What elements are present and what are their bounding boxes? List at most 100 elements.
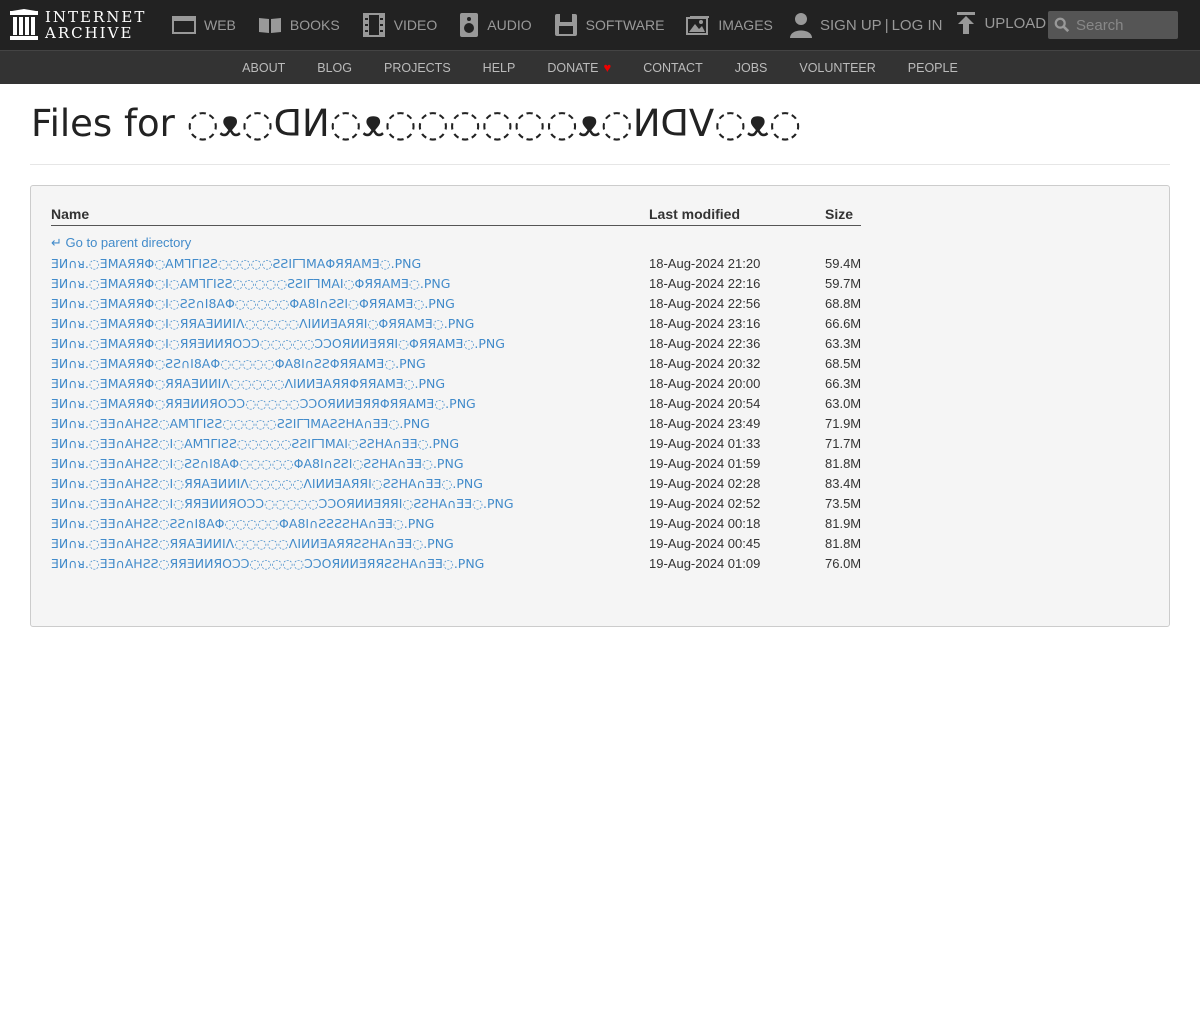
user-links: SIGN UP | LOG IN bbox=[790, 12, 942, 38]
file-link[interactable]: ƎИ∩ᴚ.◌ƎMAЯЯΦ◌I◌ЯЯƎИИЯOƆƆ◌◌◌◌◌ƆƆOЯИИƎЯЯI◌… bbox=[51, 336, 505, 351]
nav-books[interactable]: BOOKS bbox=[258, 16, 340, 34]
file-size-cell: 63.0M bbox=[825, 395, 862, 411]
file-link[interactable]: ƎИ∩ᴚ.◌ƎƎ∩AHƧƧ◌ЯЯAƎИИIΛ◌◌◌◌◌ΛIИИƎAЯЯƧƧHA∩… bbox=[51, 536, 454, 551]
file-name-cell: ƎИ∩ᴚ.◌ƎMAЯЯΦ◌I◌ƧƧ∩I8AΦ◌◌◌◌◌ΦA8I∩ƧƧI◌ΦЯЯA… bbox=[51, 293, 649, 313]
subnav-contact[interactable]: CONTACT bbox=[643, 61, 703, 75]
file-name-cell: ƎИ∩ᴚ.◌ƎMAЯЯΦ◌ЯЯƎИИЯOƆƆ◌◌◌◌◌ƆƆOЯИИƎЯЯΦЯЯA… bbox=[51, 393, 649, 413]
account-area: SIGN UP | LOG IN UPLOAD bbox=[790, 0, 1046, 50]
file-date-cell: 18-Aug-2024 23:49 bbox=[649, 415, 761, 431]
table-row: ƎИ∩ᴚ.◌ƎMAЯЯΦ◌I◌ЯЯAƎИИIΛ◌◌◌◌◌ΛIИИƎAЯЯI◌ΦЯ… bbox=[51, 313, 861, 333]
file-date-cell: 19-Aug-2024 02:28 bbox=[649, 475, 761, 491]
nav-books-label: BOOKS bbox=[289, 17, 340, 33]
file-size-cell: 81.9M bbox=[825, 515, 862, 531]
file-size-cell: 63.3M bbox=[825, 335, 862, 351]
upload-button[interactable]: UPLOAD bbox=[956, 12, 1046, 34]
file-link[interactable]: ƎИ∩ᴚ.◌ƎMAЯЯΦ◌AMꞀΓIƧƧ◌◌◌◌◌ƧƧIΓꞀMAΦЯЯAMƎ◌.… bbox=[51, 256, 421, 271]
nav-audio-label: AUDIO bbox=[487, 17, 532, 33]
column-header-name[interactable]: Name bbox=[51, 204, 649, 226]
logo-line-1: INTERNET bbox=[45, 8, 147, 26]
subnav-help[interactable]: HELP bbox=[483, 61, 516, 75]
file-size-cell: 66.6M bbox=[825, 315, 862, 331]
file-name-cell: ƎИ∩ᴚ.◌ƎMAЯЯΦ◌ƧƧ∩I8AΦ◌◌◌◌◌ΦA8I∩ƧƧΦЯЯAMƎ◌.… bbox=[51, 353, 649, 373]
file-size-cell: 71.7M bbox=[825, 435, 862, 451]
file-name-cell: ƎИ∩ᴚ.◌ƎMAЯЯΦ◌I◌ЯЯƎИИЯOƆƆ◌◌◌◌◌ƆƆOЯИИƎЯЯI◌… bbox=[51, 333, 649, 353]
file-name-cell: ƎИ∩ᴚ.◌ƎƎ∩AHƧƧ◌I◌ƧƧ∩I8AΦ◌◌◌◌◌ΦA8I∩ƧƧI◌ƧƧH… bbox=[51, 453, 649, 473]
file-link[interactable]: ƎИ∩ᴚ.◌ƎMAЯЯΦ◌I◌ƧƧ∩I8AΦ◌◌◌◌◌ΦA8I∩ƧƧI◌ΦЯЯA… bbox=[51, 296, 455, 311]
file-name-cell: ƎИ∩ᴚ.◌ƎMAЯЯΦ◌I◌ЯЯAƎИИIΛ◌◌◌◌◌ΛIИИƎAЯЯI◌ΦЯ… bbox=[51, 313, 649, 333]
sign-up-link[interactable]: SIGN UP bbox=[820, 17, 882, 34]
nav-video[interactable]: VIDEO bbox=[362, 13, 438, 37]
file-date-cell: 18-Aug-2024 22:56 bbox=[649, 295, 761, 311]
subnav-donate[interactable]: DONATE ♥ bbox=[547, 60, 611, 75]
software-icon bbox=[554, 14, 577, 36]
subnav-jobs[interactable]: JOBS bbox=[735, 61, 768, 75]
file-listing-panel: Name Last modified Size ↵ Go to parent d… bbox=[30, 185, 1170, 627]
internet-archive-logo[interactable]: INTERNET ARCHIVE bbox=[10, 9, 150, 41]
file-name-cell: ƎИ∩ᴚ.◌ƎƎ∩AHƧƧ◌ЯЯAƎИИIΛ◌◌◌◌◌ΛIИИƎAЯЯƧƧHA∩… bbox=[51, 533, 649, 553]
file-link[interactable]: ƎИ∩ᴚ.◌ƎMAЯЯΦ◌I◌AMꞀΓIƧƧ◌◌◌◌◌ƧƧIΓꞀMAI◌ΦЯЯA… bbox=[51, 276, 450, 291]
file-date-cell: 18-Aug-2024 20:00 bbox=[649, 375, 761, 391]
account-separator: | bbox=[884, 16, 889, 34]
file-name-cell: ƎИ∩ᴚ.◌ƎƎ∩AHƧƧ◌ЯЯƎИИЯOƆƆ◌◌◌◌◌ƆƆOЯИИƎЯЯƧƧH… bbox=[51, 553, 649, 573]
file-link[interactable]: ƎИ∩ᴚ.◌ƎMAЯЯΦ◌ЯЯƎИИЯOƆƆ◌◌◌◌◌ƆƆOЯИИƎЯЯΦЯЯA… bbox=[51, 396, 476, 411]
nav-web-label: WEB bbox=[204, 17, 236, 33]
file-link[interactable]: ƎИ∩ᴚ.◌ƎMAЯЯΦ◌ЯЯAƎИИIΛ◌◌◌◌◌ΛIИИƎAЯЯΦЯЯAMƎ… bbox=[51, 376, 445, 391]
parent-date-cell bbox=[649, 226, 825, 254]
subnav-about[interactable]: ABOUT bbox=[242, 61, 285, 75]
file-date-cell: 19-Aug-2024 00:45 bbox=[649, 535, 761, 551]
nav-audio[interactable]: AUDIO bbox=[459, 13, 532, 37]
log-in-link[interactable]: LOG IN bbox=[892, 17, 943, 34]
file-size-cell: 71.9M bbox=[825, 415, 862, 431]
file-link[interactable]: ƎИ∩ᴚ.◌ƎƎ∩AHƧƧ◌I◌ЯЯAƎИИIΛ◌◌◌◌◌ΛIИИƎAЯЯI◌Ƨ… bbox=[51, 476, 483, 491]
subnav-projects[interactable]: PROJECTS bbox=[384, 61, 451, 75]
parent-directory-link[interactable]: ↵ Go to parent directory bbox=[51, 235, 191, 250]
file-size-cell: 59.7M bbox=[825, 275, 862, 291]
file-name-cell: ƎИ∩ᴚ.◌ƎƎ∩AHƧƧ◌AMꞀΓIƧƧ◌◌◌◌◌ƧƧIΓꞀMAƧƧHA∩ƎƎ… bbox=[51, 413, 649, 433]
parent-directory-row: ↵ Go to parent directory bbox=[51, 226, 861, 254]
file-size-cell: 81.8M bbox=[825, 455, 862, 471]
file-size-cell: 83.4M bbox=[825, 475, 862, 491]
subnav-blog[interactable]: BLOG bbox=[317, 61, 352, 75]
nav-images[interactable]: IMAGES bbox=[686, 15, 773, 35]
nav-software-label: SOFTWARE bbox=[585, 17, 665, 33]
table-row: ƎИ∩ᴚ.◌ƎƎ∩AHƧƧ◌ƧƧ∩I8AΦ◌◌◌◌◌ΦA8I∩ƧƧƧƧHA∩ƎƎ… bbox=[51, 513, 861, 533]
table-row: ƎИ∩ᴚ.◌ƎƎ∩AHƧƧ◌I◌AMꞀΓIƧƧ◌◌◌◌◌ƧƧIΓꞀMAI◌ƧƧH… bbox=[51, 433, 861, 453]
file-date-cell: 19-Aug-2024 01:33 bbox=[649, 435, 761, 451]
books-icon bbox=[258, 18, 281, 33]
table-row: ƎИ∩ᴚ.◌ƎƎ∩AHƧƧ◌ЯЯAƎИИIΛ◌◌◌◌◌ΛIИИƎAЯЯƧƧHA∩… bbox=[51, 533, 861, 553]
column-header-modified[interactable]: Last modified bbox=[649, 204, 825, 226]
file-table-body: ↵ Go to parent directory ƎИ∩ᴚ.◌ƎMAЯЯΦ◌AM… bbox=[51, 226, 861, 574]
file-link[interactable]: ƎИ∩ᴚ.◌ƎƎ∩AHƧƧ◌I◌ƧƧ∩I8AΦ◌◌◌◌◌ΦA8I∩ƧƧI◌ƧƧH… bbox=[51, 456, 464, 471]
nav-software[interactable]: SOFTWARE bbox=[554, 13, 665, 37]
search-input[interactable] bbox=[1074, 15, 1178, 35]
table-row: ƎИ∩ᴚ.◌ƎMAЯЯΦ◌I◌ЯЯƎИИЯOƆƆ◌◌◌◌◌ƆƆOЯИИƎЯЯI◌… bbox=[51, 333, 861, 353]
file-date-cell: 18-Aug-2024 21:20 bbox=[649, 255, 761, 271]
file-date-cell: 19-Aug-2024 01:09 bbox=[649, 555, 761, 571]
file-link[interactable]: ƎИ∩ᴚ.◌ƎƎ∩AHƧƧ◌I◌ЯЯƎИИЯOƆƆ◌◌◌◌◌ƆƆOЯИИƎЯЯI… bbox=[51, 496, 514, 511]
file-link[interactable]: ƎИ∩ᴚ.◌ƎƎ∩AHƧƧ◌ƧƧ∩I8AΦ◌◌◌◌◌ΦA8I∩ƧƧƧƧHA∩ƎƎ… bbox=[51, 516, 434, 531]
subnav-volunteer[interactable]: VOLUNTEER bbox=[799, 61, 875, 75]
file-size-cell: 68.5M bbox=[825, 355, 862, 371]
file-link[interactable]: ƎИ∩ᴚ.◌ƎƎ∩AHƧƧ◌I◌AMꞀΓIƧƧ◌◌◌◌◌ƧƧIΓꞀMAI◌ƧƧH… bbox=[51, 436, 459, 451]
nav-web[interactable]: WEB bbox=[172, 16, 236, 34]
file-date-cell: 18-Aug-2024 22:16 bbox=[649, 275, 761, 291]
subnav-people[interactable]: PEOPLE bbox=[908, 61, 958, 75]
file-name-cell: ƎИ∩ᴚ.◌ƎMAЯЯΦ◌I◌AMꞀΓIƧƧ◌◌◌◌◌ƧƧIΓꞀMAI◌ΦЯЯA… bbox=[51, 273, 649, 293]
file-size-cell: 59.4M bbox=[825, 255, 862, 271]
top-nav: INTERNET ARCHIVE WEB BOOKS VIDEO AUDIO S… bbox=[0, 0, 1200, 50]
file-size-cell: 68.8M bbox=[825, 295, 862, 311]
search-icon bbox=[1054, 17, 1070, 33]
nav-video-label: VIDEO bbox=[393, 17, 438, 33]
column-header-size[interactable]: Size bbox=[825, 204, 862, 226]
subnav-donate-label: DONATE bbox=[547, 60, 599, 75]
title-divider bbox=[30, 164, 1170, 165]
file-link[interactable]: ƎИ∩ᴚ.◌ƎƎ∩AHƧƧ◌ЯЯƎИИЯOƆƆ◌◌◌◌◌ƆƆOЯИИƎЯЯƧƧH… bbox=[51, 556, 484, 571]
file-link[interactable]: ƎИ∩ᴚ.◌ƎMAЯЯΦ◌ƧƧ∩I8AΦ◌◌◌◌◌ΦA8I∩ƧƧΦЯЯAMƎ◌.… bbox=[51, 356, 426, 371]
file-link[interactable]: ƎИ∩ᴚ.◌ƎMAЯЯΦ◌I◌ЯЯAƎИИIΛ◌◌◌◌◌ΛIИИƎAЯЯI◌ΦЯ… bbox=[51, 316, 474, 331]
secondary-nav: ABOUT BLOG PROJECTS HELP DONATE ♥ CONTAC… bbox=[0, 50, 1200, 84]
upload-label: UPLOAD bbox=[984, 14, 1047, 32]
file-link[interactable]: ƎИ∩ᴚ.◌ƎƎ∩AHƧƧ◌AMꞀΓIƧƧ◌◌◌◌◌ƧƧIΓꞀMAƧƧHA∩ƎƎ… bbox=[51, 416, 430, 431]
file-name-cell: ƎИ∩ᴚ.◌ƎƎ∩AHƧƧ◌ƧƧ∩I8AΦ◌◌◌◌◌ΦA8I∩ƧƧƧƧHA∩ƎƎ… bbox=[51, 513, 649, 533]
search-box[interactable] bbox=[1048, 11, 1178, 39]
table-row: ƎИ∩ᴚ.◌ƎMAЯЯΦ◌ЯЯAƎИИIΛ◌◌◌◌◌ΛIИИƎAЯЯΦЯЯAMƎ… bbox=[51, 373, 861, 393]
